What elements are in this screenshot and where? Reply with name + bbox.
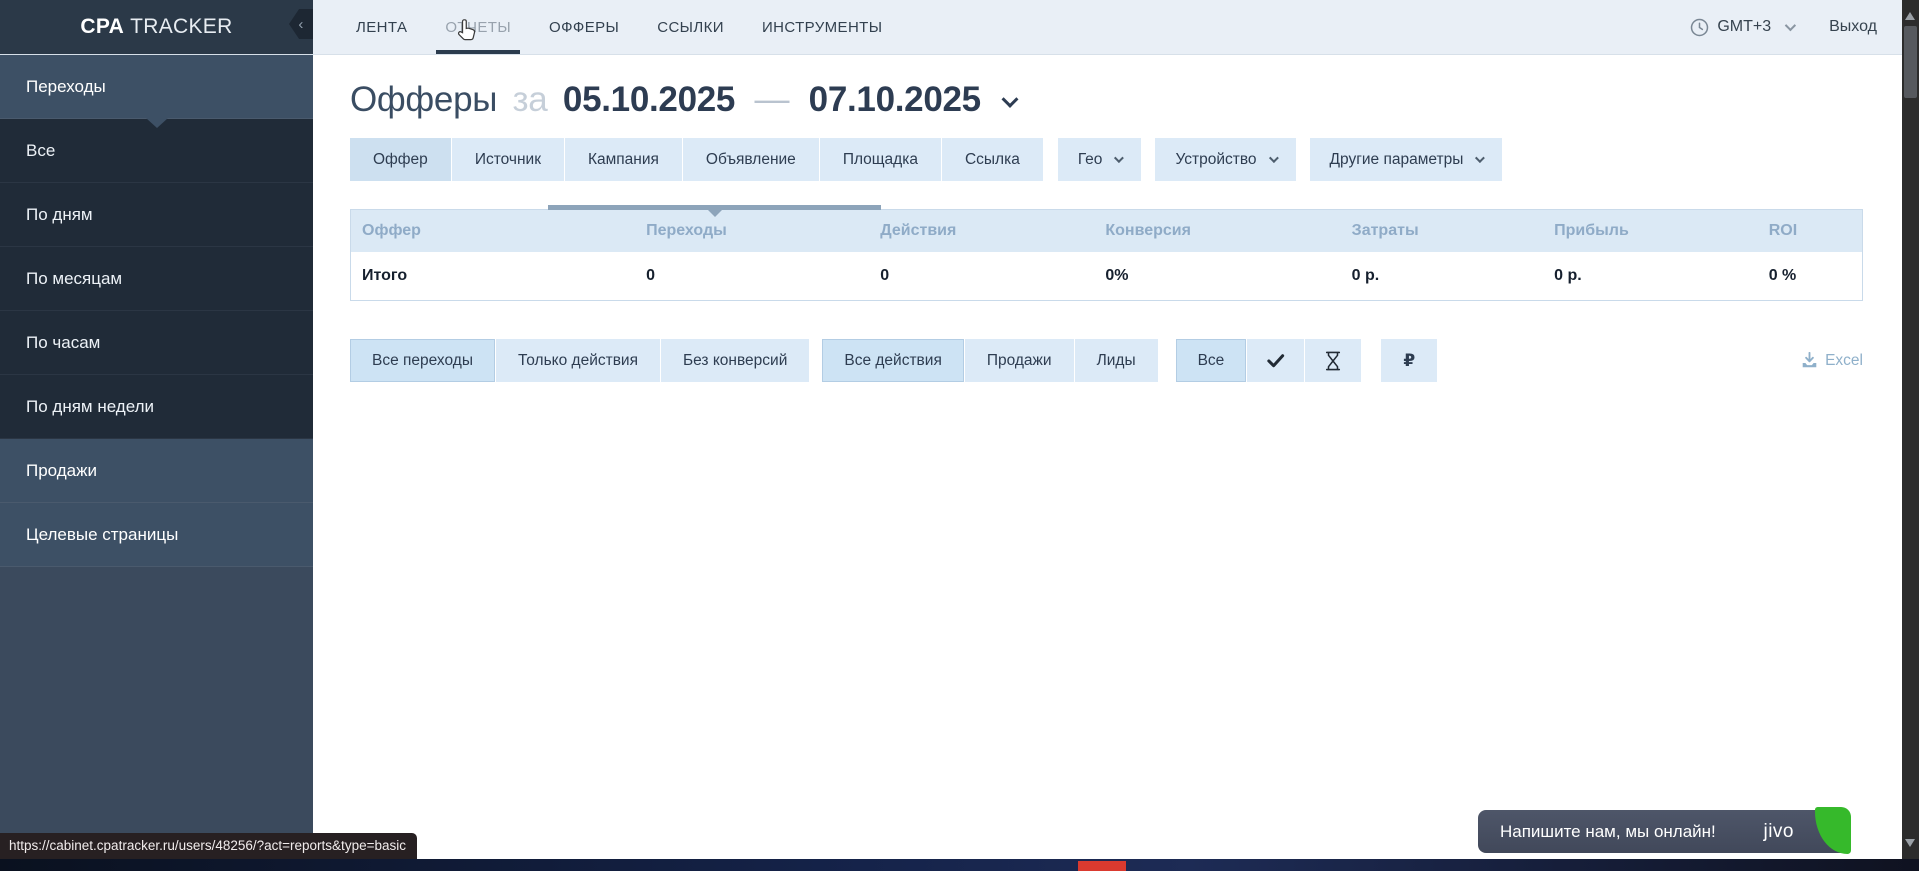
currency-ruble-button[interactable]: ₽ bbox=[1381, 339, 1437, 382]
report-table: Оффер Переходы Действия Конверсия Затрат… bbox=[350, 209, 1863, 301]
timezone-value: GMT+3 bbox=[1717, 18, 1771, 36]
date-range-chevron-icon[interactable] bbox=[1002, 91, 1019, 108]
status-filter-group: Все bbox=[1176, 339, 1362, 382]
filter-all-actions[interactable]: Все действия bbox=[822, 339, 964, 382]
page-scrollbar[interactable] bbox=[1902, 0, 1919, 859]
column-header-costs[interactable]: Затраты bbox=[1341, 210, 1543, 252]
table-row-totals: Итого 0 0 0% 0 р. 0 р. 0 % bbox=[351, 252, 1862, 300]
date-to[interactable]: 07.10.2025 bbox=[809, 80, 981, 119]
totals-label: Итого bbox=[351, 252, 635, 300]
tab-ad[interactable]: Объявление bbox=[683, 138, 820, 181]
totals-costs: 0 р. bbox=[1341, 252, 1543, 300]
tab-link[interactable]: Ссылка bbox=[942, 138, 1044, 181]
nav-item-links[interactable]: ССЫЛКИ bbox=[644, 0, 737, 54]
nav-right-cluster: GMT+3 Выход bbox=[1690, 0, 1919, 54]
collapse-sidebar-button[interactable]: ‹ bbox=[289, 9, 313, 39]
main-menu: ЛЕНТА ОТЧЕТЫ ОФФЕРЫ ССЫЛКИ ИНСТРУМЕНТЫ bbox=[343, 0, 907, 54]
totals-conversion: 0% bbox=[1094, 252, 1340, 300]
jivo-leaf-icon bbox=[1815, 807, 1851, 854]
nav-item-offers[interactable]: ОФФЕРЫ bbox=[536, 0, 632, 54]
logout-link[interactable]: Выход bbox=[1829, 18, 1877, 36]
taskbar-red-sliver bbox=[1078, 861, 1126, 871]
nav-item-lenta[interactable]: ЛЕНТА bbox=[343, 0, 420, 54]
brand-logo-rest: TRACKER bbox=[130, 15, 232, 39]
totals-profit: 0 р. bbox=[1543, 252, 1758, 300]
report-content: Офферы за 05.10.2025 — 07.10.2025 Оффер … bbox=[313, 55, 1902, 859]
geo-dropdown[interactable]: Гео bbox=[1058, 138, 1142, 181]
filter-approved-button[interactable] bbox=[1247, 339, 1305, 382]
filter-pending-button[interactable] bbox=[1305, 339, 1361, 382]
sidebar-item-po-dnyam-nedeli[interactable]: По дням недели bbox=[0, 375, 313, 439]
column-header-conversion[interactable]: Конверсия bbox=[1094, 210, 1340, 252]
cpa-tracker-app: CPA TRACKER ‹ ЛЕНТА ОТЧЕТЫ ОФФЕРЫ ССЫЛКИ… bbox=[0, 0, 1919, 871]
chat-message: Напишите нам, мы онлайн! bbox=[1500, 822, 1716, 842]
timezone-selector[interactable]: GMT+3 bbox=[1690, 18, 1793, 37]
totals-clicks: 0 bbox=[635, 252, 869, 300]
table-header-row: Оффер Переходы Действия Конверсия Затрат… bbox=[351, 210, 1862, 252]
download-icon bbox=[1801, 352, 1818, 369]
bottom-window-edge bbox=[0, 859, 1919, 871]
scrollbar-up-arrow-icon[interactable] bbox=[1905, 7, 1915, 20]
chevron-left-icon: ‹ bbox=[298, 16, 303, 33]
other-params-dropdown[interactable]: Другие параметры bbox=[1310, 138, 1503, 181]
scrollbar-down-arrow-icon[interactable] bbox=[1905, 839, 1915, 852]
chevron-down-icon bbox=[1475, 153, 1485, 163]
sidebar-item-celevye-stranicy[interactable]: Целевые страницы bbox=[0, 503, 313, 567]
totals-actions: 0 bbox=[869, 252, 1094, 300]
top-navigation-bar: CPA TRACKER ‹ ЛЕНТА ОТЧЕТЫ ОФФЕРЫ ССЫЛКИ… bbox=[0, 0, 1919, 55]
hourglass-icon bbox=[1324, 351, 1342, 371]
tab-source[interactable]: Источник bbox=[452, 138, 565, 181]
tab-offer[interactable]: Оффер bbox=[350, 138, 452, 181]
sidebar-item-prodazhi[interactable]: Продажи bbox=[0, 439, 313, 503]
sidebar: Переходы Все По дням По месяцам По часам… bbox=[0, 55, 313, 859]
date-from[interactable]: 05.10.2025 bbox=[563, 80, 735, 119]
chat-widget[interactable]: Напишите нам, мы онлайн! jivo bbox=[1478, 810, 1850, 853]
sidebar-item-po-chasam[interactable]: По часам bbox=[0, 311, 313, 375]
chevron-down-icon bbox=[1268, 153, 1278, 163]
dimension-tabs: Оффер Источник Кампания Объявление Площа… bbox=[350, 138, 1863, 181]
filter-all-clicks[interactable]: Все переходы bbox=[350, 339, 496, 382]
filter-leads[interactable]: Лиды bbox=[1075, 339, 1158, 382]
totals-roi: 0 % bbox=[1758, 252, 1862, 300]
export-excel-button[interactable]: Excel bbox=[1801, 352, 1863, 370]
brand-logo[interactable]: CPA TRACKER ‹ bbox=[0, 0, 313, 54]
jivo-logo: jivo bbox=[1763, 821, 1794, 843]
column-header-offer[interactable]: Оффер bbox=[351, 210, 635, 252]
sidebar-item-po-mesyacam[interactable]: По месяцам bbox=[0, 247, 313, 311]
filter-status-all[interactable]: Все bbox=[1176, 339, 1248, 382]
column-header-roi[interactable]: ROI bbox=[1758, 210, 1862, 252]
report-preposition: за bbox=[513, 80, 548, 119]
clock-icon bbox=[1690, 18, 1709, 37]
filter-only-actions[interactable]: Только действия bbox=[496, 339, 661, 382]
export-excel-label: Excel bbox=[1825, 352, 1863, 370]
nav-item-reports[interactable]: ОТЧЕТЫ bbox=[432, 0, 524, 54]
sort-indicator bbox=[548, 205, 881, 210]
report-entity: Офферы bbox=[350, 80, 497, 119]
sidebar-item-perehody[interactable]: Переходы bbox=[0, 55, 313, 119]
column-header-profit[interactable]: Прибыль bbox=[1543, 210, 1758, 252]
scrollbar-thumb[interactable] bbox=[1904, 26, 1917, 98]
traffic-filter-group: Все переходы Только действия Без конверс… bbox=[350, 339, 809, 382]
date-dash: — bbox=[755, 80, 790, 119]
page-title: Офферы за 05.10.2025 — 07.10.2025 bbox=[350, 80, 1863, 120]
tab-platform[interactable]: Площадка bbox=[820, 138, 942, 181]
actions-filter-group: Все действия Продажи Лиды bbox=[822, 339, 1157, 382]
filter-no-conversions[interactable]: Без конверсий bbox=[661, 339, 809, 382]
chevron-down-icon bbox=[1785, 20, 1796, 31]
filter-sales[interactable]: Продажи bbox=[965, 339, 1075, 382]
status-bar-url: https://cabinet.cpatracker.ru/users/4825… bbox=[0, 833, 417, 859]
check-icon bbox=[1266, 351, 1285, 370]
sidebar-item-po-dnyam[interactable]: По дням bbox=[0, 183, 313, 247]
column-header-clicks[interactable]: Переходы bbox=[635, 210, 869, 252]
nav-item-tools[interactable]: ИНСТРУМЕНТЫ bbox=[749, 0, 896, 54]
tab-campaign[interactable]: Кампания bbox=[565, 138, 683, 181]
sidebar-item-vse[interactable]: Все bbox=[0, 119, 313, 183]
brand-logo-bold: CPA bbox=[80, 15, 124, 39]
filters-row: Все переходы Только действия Без конверс… bbox=[350, 339, 1863, 382]
chevron-down-icon bbox=[1114, 153, 1124, 163]
device-dropdown[interactable]: Устройство bbox=[1155, 138, 1295, 181]
column-header-actions[interactable]: Действия bbox=[869, 210, 1094, 252]
